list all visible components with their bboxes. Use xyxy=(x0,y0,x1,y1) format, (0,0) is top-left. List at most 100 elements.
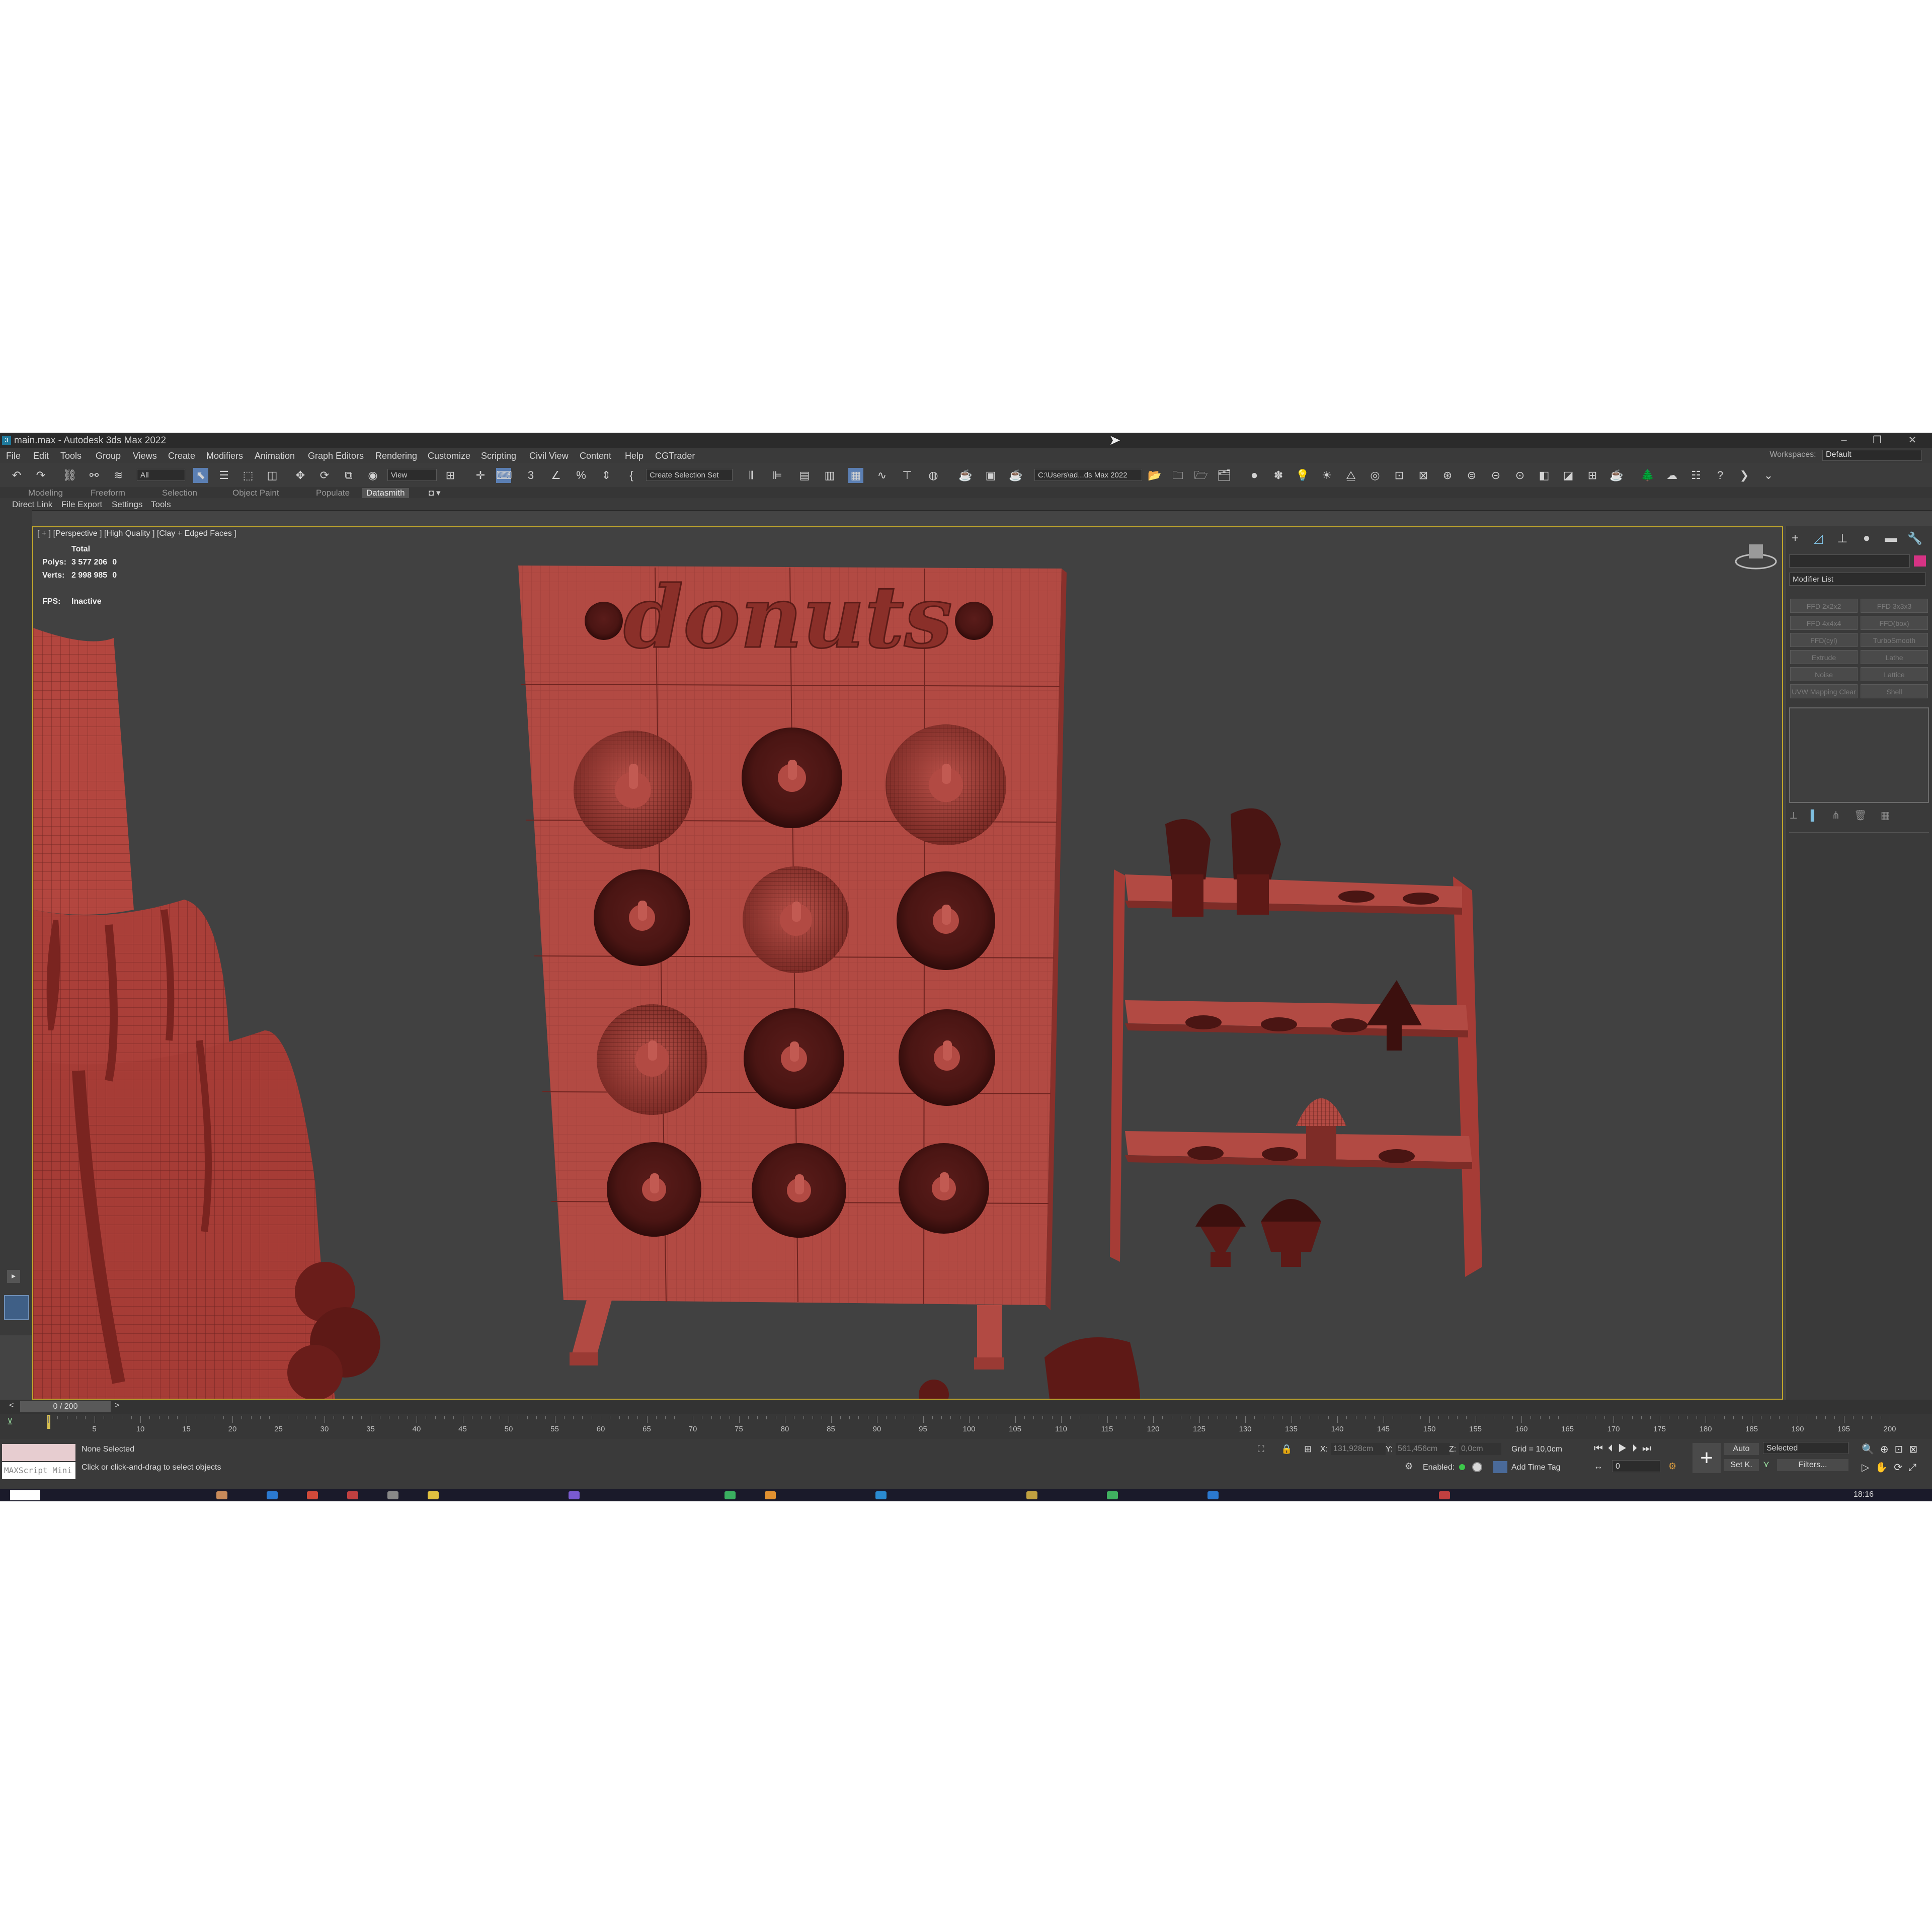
menu-create[interactable]: Create xyxy=(168,451,195,461)
set-key-button[interactable]: Set K. xyxy=(1724,1459,1759,1471)
zoom-extents-all-icon[interactable]: ⊠ xyxy=(1909,1444,1923,1455)
motion-tab-icon[interactable]: ● xyxy=(1858,531,1876,546)
save-file-icon[interactable]: 🗀 xyxy=(1170,468,1185,483)
menu-file[interactable]: File xyxy=(6,451,21,461)
ribbon-tools[interactable]: Tools xyxy=(151,500,171,510)
bind-space-warp-icon[interactable]: ≋ xyxy=(111,468,126,483)
spinner-snap-icon[interactable]: ⇕ xyxy=(599,468,614,483)
unlink-icon[interactable]: ⚯ xyxy=(87,468,102,483)
project-path-dropdown[interactable]: C:\Users\ad...ds Max 2022 xyxy=(1034,469,1142,481)
systems-icon[interactable]: ⊡ xyxy=(1392,468,1407,483)
keyboard-shortcut-override-icon[interactable]: ⌨ xyxy=(496,468,512,483)
rendered-frame-window-icon[interactable]: ▣ xyxy=(983,468,998,483)
angle-snap-icon[interactable]: ∠ xyxy=(548,468,564,483)
sun-icon[interactable]: ☀ xyxy=(1319,468,1334,483)
object-name-field[interactable] xyxy=(1789,554,1910,568)
time-slider-thumb[interactable]: 0 / 200 xyxy=(20,1401,111,1412)
menu-views[interactable]: Views xyxy=(133,451,157,461)
key-mode-icon[interactable]: ↔ xyxy=(1594,1461,1603,1472)
collapse-icon[interactable]: ⌄ xyxy=(1761,468,1776,483)
modifier-button[interactable]: TurboSmooth xyxy=(1861,633,1928,647)
select-manipulate-icon[interactable]: ✛ xyxy=(473,468,488,483)
modifier-button[interactable]: FFD(cyl) xyxy=(1790,633,1858,647)
toggle-ribbon-icon[interactable]: ▦ xyxy=(848,468,863,483)
notes-icon[interactable]: ☷ xyxy=(1688,468,1704,483)
ribbon-options-icon[interactable]: ◘ ▾ xyxy=(429,488,441,498)
set-project-icon[interactable]: 🗂 xyxy=(1217,468,1232,483)
menu-edit[interactable]: Edit xyxy=(33,451,49,461)
ribbon-tab-modeling[interactable]: Modeling xyxy=(28,488,63,498)
time-next-button[interactable]: > xyxy=(115,1401,119,1410)
modify-tab-icon[interactable]: ◿ xyxy=(1809,531,1827,546)
key-filter-dropdown[interactable]: Selected xyxy=(1763,1442,1848,1454)
taskbar-app-icon[interactable] xyxy=(216,1491,227,1499)
ribbon-tab-selection[interactable]: Selection xyxy=(162,488,197,498)
orbit-icon[interactable]: ⟳ xyxy=(1894,1462,1908,1473)
taskbar-app-icon[interactable] xyxy=(387,1491,398,1499)
cloud-icon[interactable]: ☁ xyxy=(1664,468,1679,483)
current-frame-field[interactable]: 0 xyxy=(1612,1460,1660,1472)
material-editor-icon[interactable]: ◍ xyxy=(926,468,941,483)
named-selection-set-dropdown[interactable]: Create Selection Set xyxy=(646,469,733,481)
menu-group[interactable]: Group xyxy=(96,451,121,461)
teapot-icon[interactable]: ☕ xyxy=(1609,468,1624,483)
play-icon[interactable]: ▶ xyxy=(1618,1443,1632,1454)
taskbar-search[interactable] xyxy=(10,1490,40,1500)
helper-icon[interactable]: ⧋ xyxy=(1343,468,1358,483)
edit-named-selection-icon[interactable]: { xyxy=(624,468,639,483)
menu-modifiers[interactable]: Modifiers xyxy=(206,451,243,461)
render-production-icon[interactable]: ☕ xyxy=(1008,468,1023,483)
help-icon[interactable]: ? xyxy=(1713,468,1728,483)
viewcube-icon[interactable] xyxy=(1735,544,1777,570)
menu-help[interactable]: Help xyxy=(625,451,643,461)
particle-view-icon[interactable]: ✽ xyxy=(1271,468,1286,483)
utilities-tab-icon[interactable]: 🔧 xyxy=(1906,531,1924,546)
previous-frame-icon[interactable]: ⏴ xyxy=(1608,1443,1618,1454)
workspaces-selector[interactable]: Workspaces: Default xyxy=(1769,450,1922,461)
menu-graph-editors[interactable]: Graph Editors xyxy=(308,451,364,461)
window-crossing-icon[interactable]: ◫ xyxy=(265,468,280,483)
link-icon[interactable]: ⛓ xyxy=(62,468,77,483)
workspaces-dropdown[interactable]: Default xyxy=(1822,450,1922,461)
align-icon[interactable]: ⊫ xyxy=(770,468,785,483)
display-icon[interactable]: ⊝ xyxy=(1488,468,1503,483)
configure-modifier-sets-icon[interactable]: ▦ xyxy=(1881,810,1890,821)
mirror-icon[interactable]: ⫴ xyxy=(744,468,759,483)
maxscript-input[interactable]: MAXScript Mini xyxy=(2,1462,75,1479)
scale-icon[interactable]: ⧉ xyxy=(341,468,356,483)
selection-filter-dropdown[interactable]: All xyxy=(137,469,185,481)
modifier-button[interactable]: FFD 3x3x3 xyxy=(1861,599,1928,613)
modifier-button[interactable]: Lattice xyxy=(1861,667,1928,681)
object-color-swatch[interactable] xyxy=(1914,555,1926,567)
space-warp-icon[interactable]: ◎ xyxy=(1367,468,1383,483)
reference-coordinate-dropdown[interactable]: View xyxy=(387,469,437,481)
isolate-selection-icon[interactable]: ⛶ xyxy=(1258,1444,1264,1455)
make-unique-icon[interactable]: ⋔ xyxy=(1832,810,1840,821)
modifier-button[interactable]: UVW Mapping Clear xyxy=(1790,684,1858,698)
viewport-layout-thumbnail[interactable] xyxy=(4,1295,29,1320)
taskbar-app-icon[interactable] xyxy=(267,1491,278,1499)
undo-icon[interactable]: ↶ xyxy=(9,468,24,483)
move-icon[interactable]: ✥ xyxy=(293,468,308,483)
scene-explorer-icon[interactable]: ▤ xyxy=(797,468,812,483)
taskbar-app-icon[interactable] xyxy=(569,1491,580,1499)
tree-icon[interactable]: 🌲 xyxy=(1640,468,1655,483)
ribbon-settings[interactable]: Settings xyxy=(112,500,142,510)
zoom-icon[interactable]: 🔍 xyxy=(1862,1444,1880,1455)
taskbar-app-icon[interactable] xyxy=(347,1491,358,1499)
z-coordinate-field[interactable]: 0,0cm xyxy=(1459,1443,1501,1455)
absolute-mode-icon[interactable]: ⊞ xyxy=(1304,1444,1312,1455)
ribbon-file-export[interactable]: File Export xyxy=(61,500,102,510)
rectangular-selection-icon[interactable]: ⬚ xyxy=(240,468,256,483)
time-slider[interactable]: < 0 / 200 > xyxy=(0,1400,1932,1414)
viewport-layout-icon[interactable]: ◧ xyxy=(1537,468,1552,483)
percent-snap-icon[interactable]: % xyxy=(574,468,589,483)
select-object-icon[interactable]: ⬉ xyxy=(193,468,208,483)
field-of-view-icon[interactable]: ▷ xyxy=(1862,1462,1875,1473)
modifier-button[interactable]: Noise xyxy=(1790,667,1858,681)
add-time-tag[interactable]: Add Time Tag xyxy=(1511,1463,1561,1472)
menu-tools[interactable]: Tools xyxy=(60,451,82,461)
hierarchy-tab-icon[interactable]: ⊥ xyxy=(1833,531,1852,546)
schematic-view-icon[interactable]: ⊤ xyxy=(900,468,915,483)
ribbon-tab-populate[interactable]: Populate xyxy=(316,488,350,498)
